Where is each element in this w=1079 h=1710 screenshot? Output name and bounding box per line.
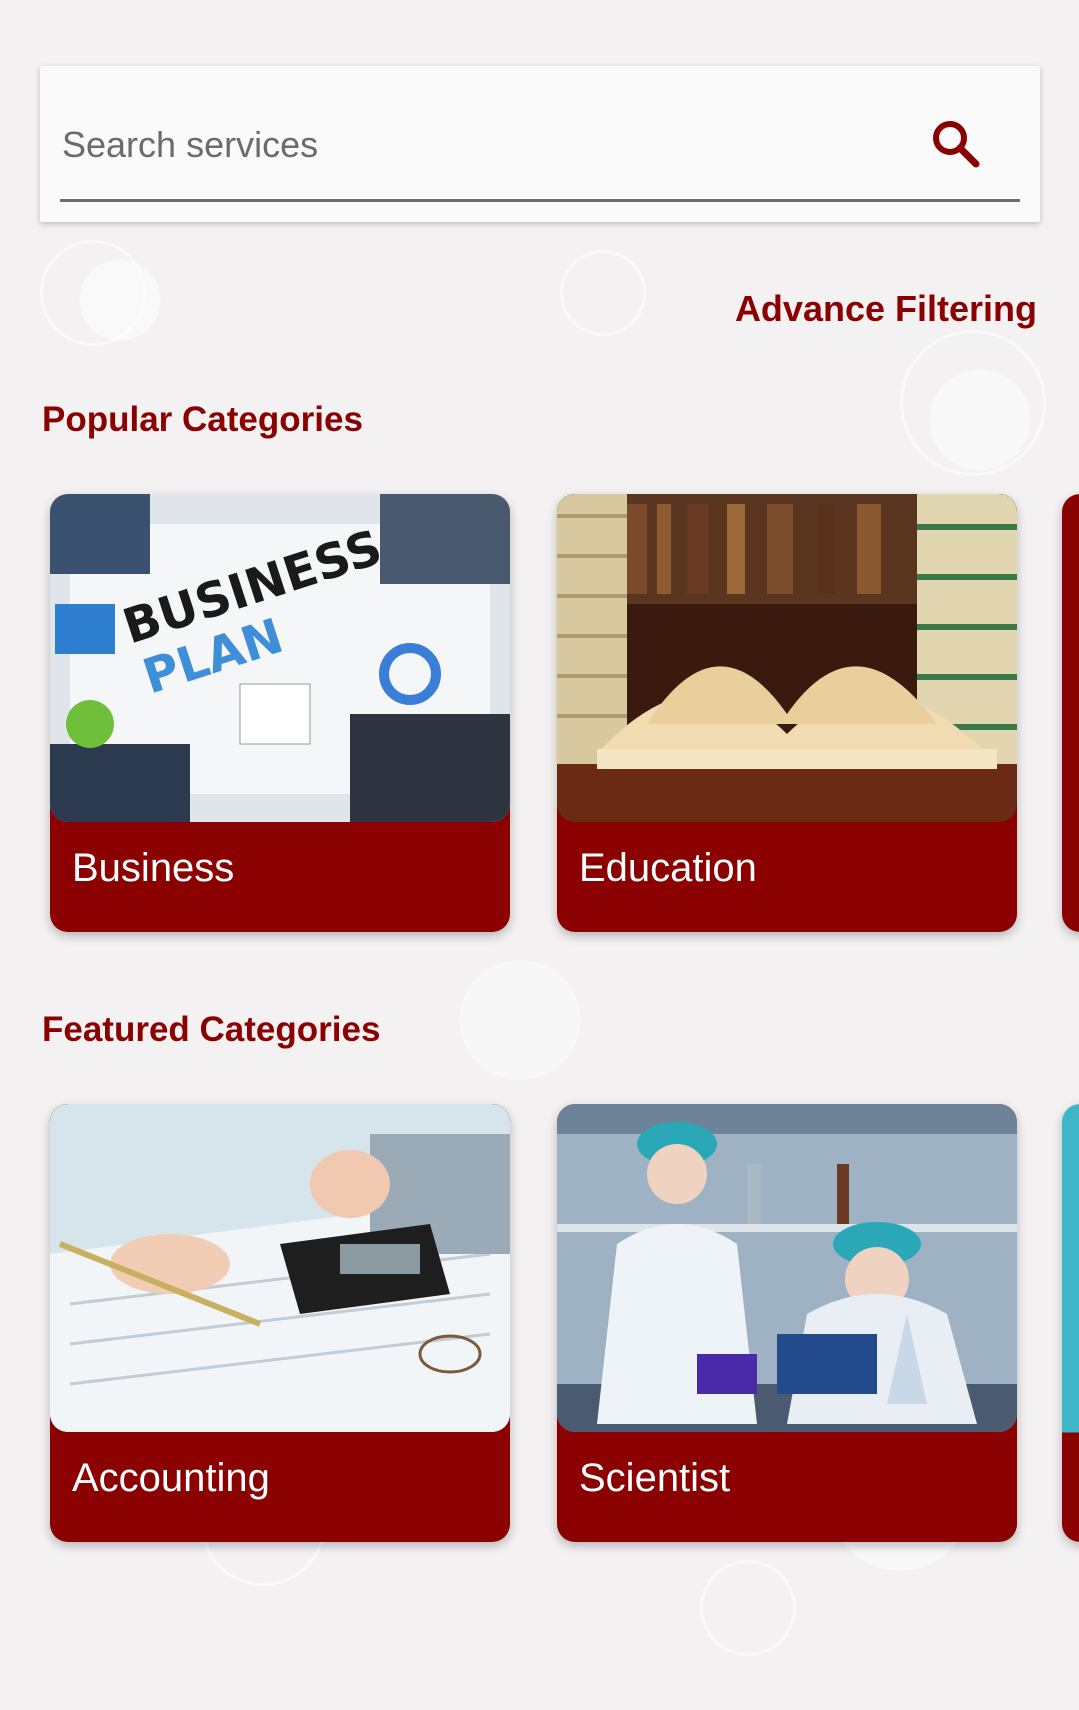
card-label: Accounting bbox=[72, 1456, 270, 1500]
scientist-image bbox=[557, 1104, 1017, 1432]
card-label: Business bbox=[72, 846, 235, 890]
background-swirl bbox=[900, 330, 1046, 476]
category-card-education[interactable]: Education bbox=[557, 494, 1017, 932]
accounting-image bbox=[50, 1104, 510, 1432]
category-card-business[interactable]: BUSINESS PLAN Business bbox=[50, 494, 510, 932]
category-card-peek[interactable] bbox=[1062, 1104, 1079, 1542]
business-image: BUSINESS PLAN bbox=[50, 494, 510, 822]
background-swirl bbox=[560, 250, 646, 336]
featured-categories-title: Featured Categories bbox=[42, 1010, 381, 1049]
advance-filtering-link[interactable]: Advance Filtering bbox=[735, 288, 1037, 330]
category-card-accounting[interactable]: Accounting bbox=[50, 1104, 510, 1542]
search-underline bbox=[60, 199, 1020, 202]
background-swirl bbox=[700, 1560, 796, 1656]
category-card-peek[interactable] bbox=[1062, 494, 1079, 932]
education-image bbox=[557, 494, 1017, 822]
category-card-scientist[interactable]: Scientist bbox=[557, 1104, 1017, 1542]
card-label: Education bbox=[579, 846, 757, 890]
popular-categories-title: Popular Categories bbox=[42, 400, 363, 439]
search-icon[interactable] bbox=[928, 116, 984, 172]
card-label: Scientist bbox=[579, 1456, 731, 1500]
search-input[interactable] bbox=[60, 112, 1004, 178]
background-swirl bbox=[40, 240, 146, 346]
